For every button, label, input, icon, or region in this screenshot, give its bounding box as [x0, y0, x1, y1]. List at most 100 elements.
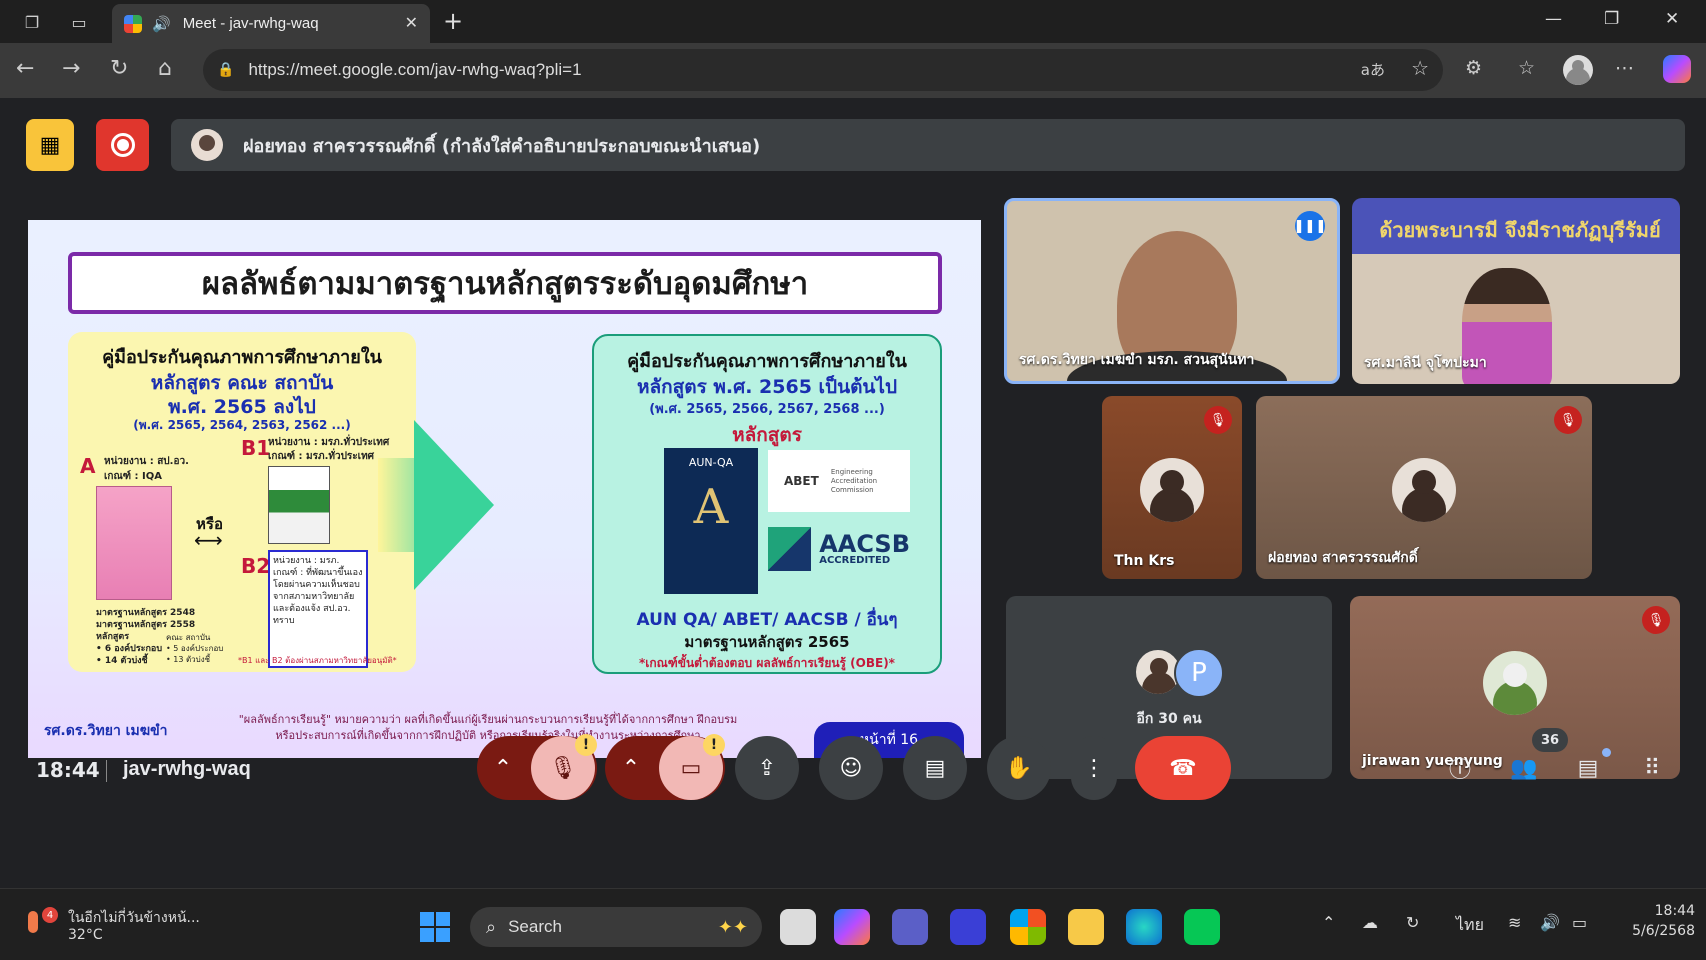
- std-line-8: • 13 ตัวบ่งชี้: [166, 655, 211, 664]
- aacsb-mark-icon: [768, 527, 812, 571]
- taskbar-clock[interactable]: 18:44 5/6/2568: [1605, 901, 1695, 941]
- edge-icon[interactable]: [1126, 909, 1162, 945]
- weather-widget[interactable]: 4 ในอีกไม่กี่วันข้างหน้... 32°C: [24, 907, 200, 943]
- mic-warning-icon: !: [575, 734, 597, 756]
- aacsb-logo: AACSB ACCREDITED: [768, 522, 910, 576]
- volume-icon[interactable]: 🔊: [1540, 913, 1560, 932]
- people-icon[interactable]: 👥: [1506, 750, 1542, 786]
- battery-icon[interactable]: ▭: [1572, 913, 1587, 932]
- close-window-button[interactable]: ✕: [1665, 9, 1679, 29]
- back-button[interactable]: ←: [16, 56, 34, 81]
- slide-left-panel: คู่มือประกันคุณภาพการศึกษาภายใน หลักสูตร…: [68, 332, 416, 672]
- new-tab-button[interactable]: +: [443, 7, 463, 35]
- faculty-standards-list: คณะ สถาบัน • 5 องค์ประกอบ • 13 ตัวบ่งชี้: [166, 632, 223, 665]
- raise-hand-button[interactable]: ✋: [987, 736, 1051, 800]
- tab-meet[interactable]: 🔊 Meet - jav-rwhg-waq ✕: [112, 4, 430, 43]
- read-aloud-icon[interactable]: aあ: [1361, 59, 1385, 80]
- left-heading-1: คู่มือประกันคุณภาพการศึกษาภายใน: [102, 347, 382, 368]
- home-button[interactable]: ⌂: [158, 56, 172, 81]
- std-line-1: มาตรฐานหลักสูตร 2548: [96, 608, 196, 618]
- app-icon[interactable]: [950, 909, 986, 945]
- minimize-button[interactable]: —: [1545, 9, 1562, 29]
- taskbar-date: 5/6/2568: [1632, 923, 1695, 939]
- task-view-icon[interactable]: [780, 909, 816, 945]
- label-a-text: หน่วยงาน : สป.อว. เกณฑ์ : IQA: [104, 454, 189, 484]
- participant-tile-2[interactable]: ด้วยพระบารมี จึงมีราชภัฏบุรีรัมย์ รศ.มาล…: [1352, 198, 1680, 384]
- mic-off-icon: 🎙: [1554, 406, 1582, 434]
- video-options-chevron-icon[interactable]: ⌃: [609, 736, 653, 800]
- shared-screen-slide: ผลลัพธ์ตามมาตรฐานหลักสูตรระดับอุดมศึกษา …: [28, 220, 981, 758]
- reload-button[interactable]: ↻: [110, 56, 128, 81]
- input-language[interactable]: ไทย: [1456, 913, 1484, 938]
- captions-button[interactable]: ▤: [903, 736, 967, 800]
- tab-actions-icon[interactable]: ▭: [67, 10, 91, 34]
- slide-title: ผลลัพธ์ตามมาตรฐานหลักสูตรระดับอุดมศึกษา: [201, 266, 809, 302]
- copilot-app-icon[interactable]: [834, 909, 870, 945]
- restore-button[interactable]: ❐: [1604, 9, 1619, 29]
- presenter-text: ฝอยทอง สาครวรรณศักดิ์ (กำลังใส่คำอธิบายป…: [243, 135, 761, 157]
- leave-call-button[interactable]: ☎: [1135, 736, 1231, 800]
- favorites-icon[interactable]: ☆: [1518, 57, 1535, 79]
- right-heading-4: หลักสูตร: [732, 424, 802, 446]
- aacsb-label: AACSB: [819, 529, 910, 558]
- audio-playing-icon[interactable]: 🔊: [152, 15, 171, 33]
- favorite-star-icon[interactable]: ☆: [1411, 56, 1429, 80]
- address-toolbar: ← → ↻ ⌂ 🔒 https://meet.google.com/jav-rw…: [0, 43, 1706, 98]
- taskbar-search[interactable]: ⌕ Search ✦✦: [470, 907, 762, 947]
- participant-tile-4[interactable]: 🎙 ฝอยทอง สาครวรรณศักดิ์: [1256, 396, 1592, 579]
- copilot-icon[interactable]: [1663, 55, 1691, 83]
- participant-tile-1[interactable]: ❚❚❚ รศ.ดร.วิทยา เมฆขำ มรภ. สวนสุนันทา: [1004, 198, 1340, 384]
- right-heading-1: คู่มือประกันคุณภาพการศึกษาภายใน: [627, 351, 907, 372]
- label-b2: B2: [241, 554, 271, 578]
- presenter-banner: ฝอยทอง สาครวรรณศักดิ์ (กำลังใส่คำอธิบายป…: [171, 119, 1685, 171]
- lock-icon[interactable]: 🔒: [217, 62, 234, 78]
- audio-options-chevron-icon[interactable]: ⌃: [481, 736, 525, 800]
- participant-name: รศ.มาลินี จุโฑปะมา: [1364, 355, 1487, 371]
- aun-qa-label: AUN-QA: [688, 456, 734, 469]
- sync-icon[interactable]: ↻: [1406, 913, 1419, 932]
- participant-name: ฝอยทอง สาครวรรณศักดิ์: [1268, 550, 1418, 566]
- onedrive-icon[interactable]: ☁: [1362, 913, 1378, 932]
- participant-tile-3[interactable]: 🎙 Thn Krs: [1102, 396, 1242, 579]
- b2-text-box: หน่วยงาน : มรภ. เกณฑ์ : ที่พัฒนาขึ้นเอง …: [268, 550, 368, 668]
- activities-grid-icon[interactable]: ⠿: [1634, 750, 1670, 786]
- taskbar-time: 18:44: [1654, 903, 1695, 919]
- aun-qa-logo: AUN-QA A: [664, 448, 758, 594]
- chat-icon[interactable]: ▤: [1570, 750, 1606, 786]
- left-footnote: *B1 และ B2 ต้องผ่านสภามหาวิทยาลัยอนุมัติ…: [238, 656, 397, 665]
- line-icon[interactable]: [1184, 909, 1220, 945]
- url-text[interactable]: https://meet.google.com/jav-rwhg-waq?pli…: [248, 60, 581, 80]
- mic-off-icon: 🎙: [1642, 606, 1670, 634]
- show-hidden-icons-icon[interactable]: ⌃: [1322, 913, 1335, 932]
- recording-indicator-button[interactable]: [96, 119, 149, 171]
- wifi-icon[interactable]: ≋: [1508, 913, 1521, 932]
- profile-avatar[interactable]: [1563, 55, 1593, 85]
- search-icon: ⌕: [486, 916, 497, 938]
- more-options-button[interactable]: ⋮: [1071, 736, 1117, 800]
- b1-manual-cover-image: [268, 466, 330, 544]
- reactions-button[interactable]: ☺: [819, 736, 883, 800]
- extensions-icon[interactable]: ⚙: [1465, 57, 1482, 79]
- microsoft-store-icon[interactable]: [1010, 909, 1046, 945]
- background-banner: ด้วยพระบารมี จึงมีราชภัฏบุรีรัมย์: [1379, 218, 1661, 242]
- slide-right-panel: คู่มือประกันคุณภาพการศึกษาภายใน หลักสูตร…: [592, 334, 942, 674]
- copilot-sparkle-icon: ✦✦: [717, 916, 748, 938]
- meeting-info-icon[interactable]: ⓘ: [1442, 750, 1478, 786]
- teams-icon[interactable]: [892, 909, 928, 945]
- label-b1-text-1: หน่วยงาน : มรภ.ทั่วประเทศ: [268, 437, 390, 448]
- url-bar[interactable]: 🔒 https://meet.google.com/jav-rwhg-waq?p…: [203, 49, 1443, 91]
- windows-start-icon[interactable]: [420, 912, 450, 942]
- workspaces-icon[interactable]: ❐: [20, 10, 44, 34]
- meet-favicon-icon: [124, 14, 142, 33]
- participants-count-badge: 36: [1532, 728, 1568, 752]
- more-menu-icon[interactable]: ⋯: [1615, 57, 1634, 79]
- no-recording-badge-icon[interactable]: ▦: [26, 119, 74, 171]
- windows-taskbar: 4 ในอีกไม่กี่วันข้างหน้... 32°C ⌕ Search…: [0, 888, 1706, 960]
- label-b1-text-2: เกณฑ์ : มรภ.ทั่วประเทศ: [268, 451, 375, 462]
- double-arrow-icon: ⟷: [194, 528, 223, 552]
- forward-button[interactable]: →: [62, 56, 80, 81]
- close-tab-icon[interactable]: ✕: [405, 13, 418, 32]
- present-screen-button[interactable]: ⇪: [735, 736, 799, 800]
- divider: [106, 760, 107, 782]
- file-explorer-icon[interactable]: [1068, 909, 1104, 945]
